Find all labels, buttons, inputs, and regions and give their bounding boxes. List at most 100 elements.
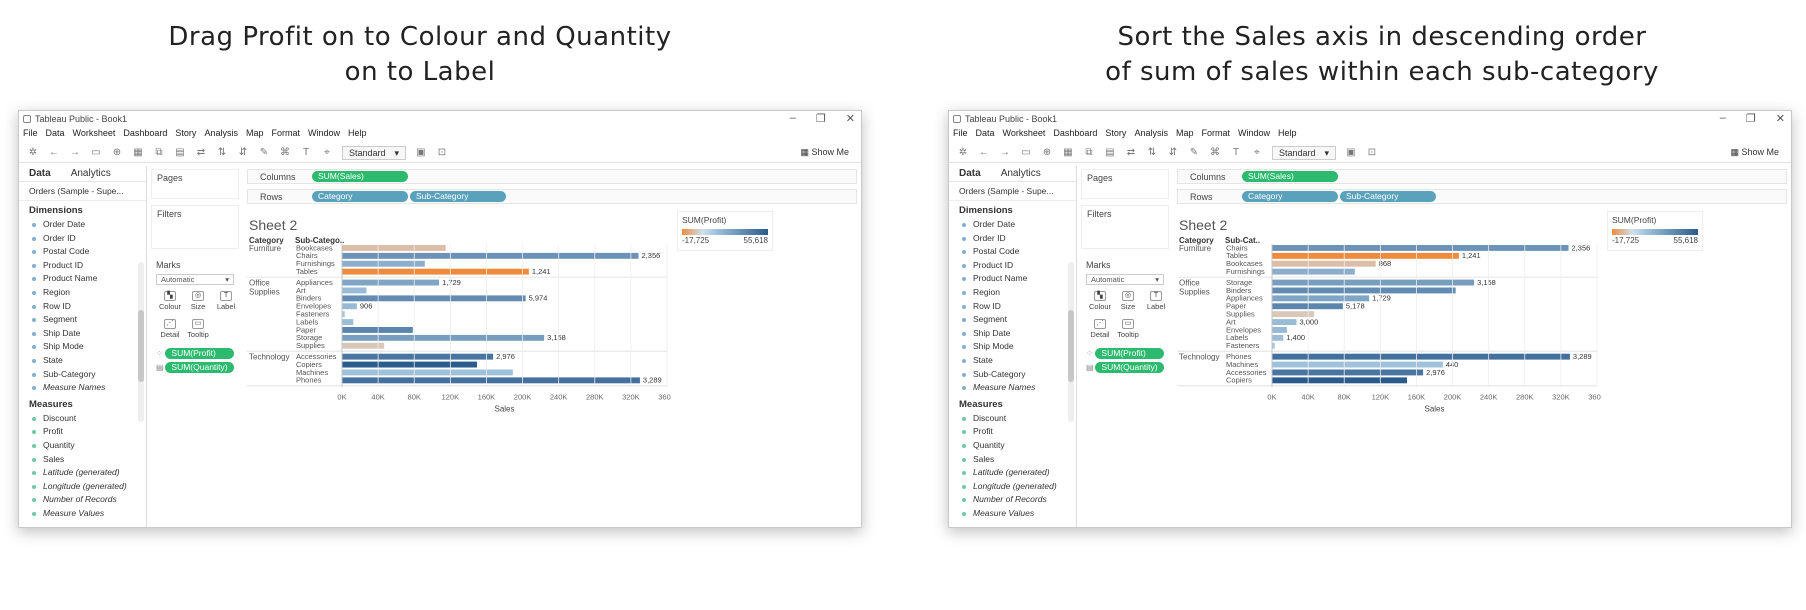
labels-icon[interactable]: T xyxy=(300,147,312,158)
presentation-icon[interactable]: ▣ xyxy=(415,147,427,158)
axis-title[interactable]: Sales xyxy=(494,404,514,413)
category-label[interactable]: Technology xyxy=(1179,353,1219,362)
bar[interactable] xyxy=(1272,334,1284,341)
measure-field[interactable]: Profit xyxy=(19,425,146,439)
measure-field[interactable]: Number of Records xyxy=(19,493,146,507)
dimension-field[interactable]: Sub-Category xyxy=(19,368,146,382)
menu-story[interactable]: Story xyxy=(1105,128,1126,141)
tab-analytics[interactable]: Analytics xyxy=(61,168,121,179)
dimension-field[interactable]: Postal Code xyxy=(19,245,146,259)
clear-sheet-icon[interactable]: ▤ xyxy=(174,147,186,158)
minimize-icon[interactable]: – xyxy=(1720,112,1726,125)
bar[interactable] xyxy=(342,311,345,318)
marks-colour-button[interactable]: ▚ Colour xyxy=(156,289,184,317)
subcategory-header[interactable]: Sub-Cat.. xyxy=(1225,236,1260,245)
menu-map[interactable]: Map xyxy=(1176,128,1194,141)
category-header[interactable]: Category xyxy=(1179,236,1214,245)
dimension-field[interactable]: Product Name xyxy=(19,272,146,286)
undo-icon[interactable]: ← xyxy=(978,147,990,158)
duplicate-icon[interactable]: ⧉ xyxy=(153,147,165,158)
datasource-item[interactable]: Orders (Sample - Supe... xyxy=(19,182,146,201)
fit-dropdown[interactable]: Standard ▾ xyxy=(342,145,406,160)
menu-help[interactable]: Help xyxy=(1278,128,1297,141)
labels-icon[interactable]: T xyxy=(1230,147,1242,158)
tab-analytics[interactable]: Analytics xyxy=(991,168,1051,179)
highlight-icon[interactable]: ✎ xyxy=(258,147,270,158)
new-datasource-icon[interactable]: ⊕ xyxy=(111,147,123,158)
subcategory-label[interactable]: Furnishings xyxy=(1226,267,1265,276)
dimension-field[interactable]: Product ID xyxy=(19,259,146,273)
measure-field[interactable]: Longitude (generated) xyxy=(949,480,1076,494)
marks-label-button[interactable]: T Label xyxy=(1142,289,1170,317)
menu-analysis[interactable]: Analysis xyxy=(204,128,238,141)
tab-data[interactable]: Data xyxy=(19,168,61,179)
bar[interactable] xyxy=(342,245,446,251)
dimension-field[interactable]: Row ID xyxy=(19,300,146,314)
sheet-title[interactable]: Sheet 2 xyxy=(1179,217,1227,233)
rows-shelf[interactable]: Rows Category Sub-Category xyxy=(247,189,857,204)
tableau-logo-icon[interactable]: ✲ xyxy=(957,147,969,158)
dimension-field[interactable]: State xyxy=(949,354,1076,368)
marks-tooltip-button[interactable]: ▭ Tooltip xyxy=(1114,317,1142,345)
rows-pill[interactable]: Sub-Category xyxy=(410,191,506,202)
bar[interactable] xyxy=(342,268,529,275)
bar[interactable] xyxy=(1272,303,1343,310)
dimension-field[interactable]: Region xyxy=(949,286,1076,300)
data-pane-scrollbar[interactable] xyxy=(138,262,144,422)
subcategory-label[interactable]: Copiers xyxy=(1226,376,1252,385)
pages-shelf[interactable]: Pages xyxy=(151,169,239,199)
sort-desc-icon[interactable]: ⇵ xyxy=(1167,147,1179,158)
redo-icon[interactable]: → xyxy=(999,147,1011,158)
marks-size-button[interactable]: ◎ Size xyxy=(184,289,212,317)
fit-dropdown[interactable]: Standard ▾ xyxy=(1272,145,1336,160)
bar[interactable] xyxy=(342,353,494,360)
bar[interactable] xyxy=(1272,342,1275,349)
profit-color-legend[interactable]: SUM(Profit) -17,725 55,618 xyxy=(677,211,773,251)
measure-field[interactable]: Measure Values xyxy=(19,507,146,521)
new-worksheet-icon[interactable]: ▦ xyxy=(1062,147,1074,158)
category-label[interactable]: Supplies xyxy=(1179,288,1210,297)
filters-shelf[interactable]: Filters xyxy=(151,205,239,249)
mark-pill[interactable]: SUM(Profit) xyxy=(1095,348,1164,359)
menu-worksheet[interactable]: Worksheet xyxy=(73,128,116,141)
measure-field[interactable]: Number of Records xyxy=(949,493,1076,507)
scrollbar-thumb[interactable] xyxy=(138,310,144,382)
dimension-field[interactable]: Region xyxy=(19,286,146,300)
marks-label-button[interactable]: T Label xyxy=(212,289,240,317)
menu-help[interactable]: Help xyxy=(348,128,367,141)
measure-field[interactable]: Discount xyxy=(949,412,1076,426)
share-icon[interactable]: ⊡ xyxy=(1366,147,1378,158)
bar[interactable] xyxy=(1272,295,1370,302)
dimension-field[interactable]: Postal Code xyxy=(949,245,1076,259)
menu-format[interactable]: Format xyxy=(271,128,300,141)
menu-window[interactable]: Window xyxy=(1238,128,1270,141)
measure-field[interactable]: Sales xyxy=(949,453,1076,467)
bar[interactable] xyxy=(342,361,477,368)
category-label[interactable]: Furniture xyxy=(1179,244,1212,253)
subcategory-label[interactable]: Fasteners xyxy=(1226,341,1260,350)
measure-field[interactable]: Quantity xyxy=(19,439,146,453)
category-header[interactable]: Category xyxy=(249,236,284,245)
fix-axes-icon[interactable]: ⌖ xyxy=(1251,147,1263,158)
bar[interactable] xyxy=(1272,287,1456,294)
new-datasource-icon[interactable]: ⊕ xyxy=(1041,147,1053,158)
mark-type-dropdown[interactable]: Automatic ▾ xyxy=(1086,274,1164,285)
marks-detail-button[interactable]: ⋰ Detail xyxy=(1086,317,1114,345)
measure-field[interactable]: Latitude (generated) xyxy=(949,466,1076,480)
mark-pill[interactable]: SUM(Quantity) xyxy=(1095,362,1164,373)
bar[interactable] xyxy=(1272,245,1569,251)
dimension-field[interactable]: Ship Mode xyxy=(19,340,146,354)
measure-field[interactable]: Discount xyxy=(19,412,146,426)
dimension-field[interactable]: State xyxy=(19,354,146,368)
menu-dashboard[interactable]: Dashboard xyxy=(123,128,167,141)
bar[interactable] xyxy=(342,303,357,310)
category-label[interactable]: Technology xyxy=(249,353,289,362)
category-label[interactable]: Office xyxy=(249,279,270,288)
dimension-field[interactable]: Order ID xyxy=(19,232,146,246)
columns-pill[interactable]: SUM(Sales) xyxy=(312,171,408,182)
menu-worksheet[interactable]: Worksheet xyxy=(1003,128,1046,141)
share-icon[interactable]: ⊡ xyxy=(436,147,448,158)
dimension-field[interactable]: Product ID xyxy=(949,259,1076,273)
sort-asc-icon[interactable]: ⇅ xyxy=(216,147,228,158)
menu-data[interactable]: Data xyxy=(976,128,995,141)
